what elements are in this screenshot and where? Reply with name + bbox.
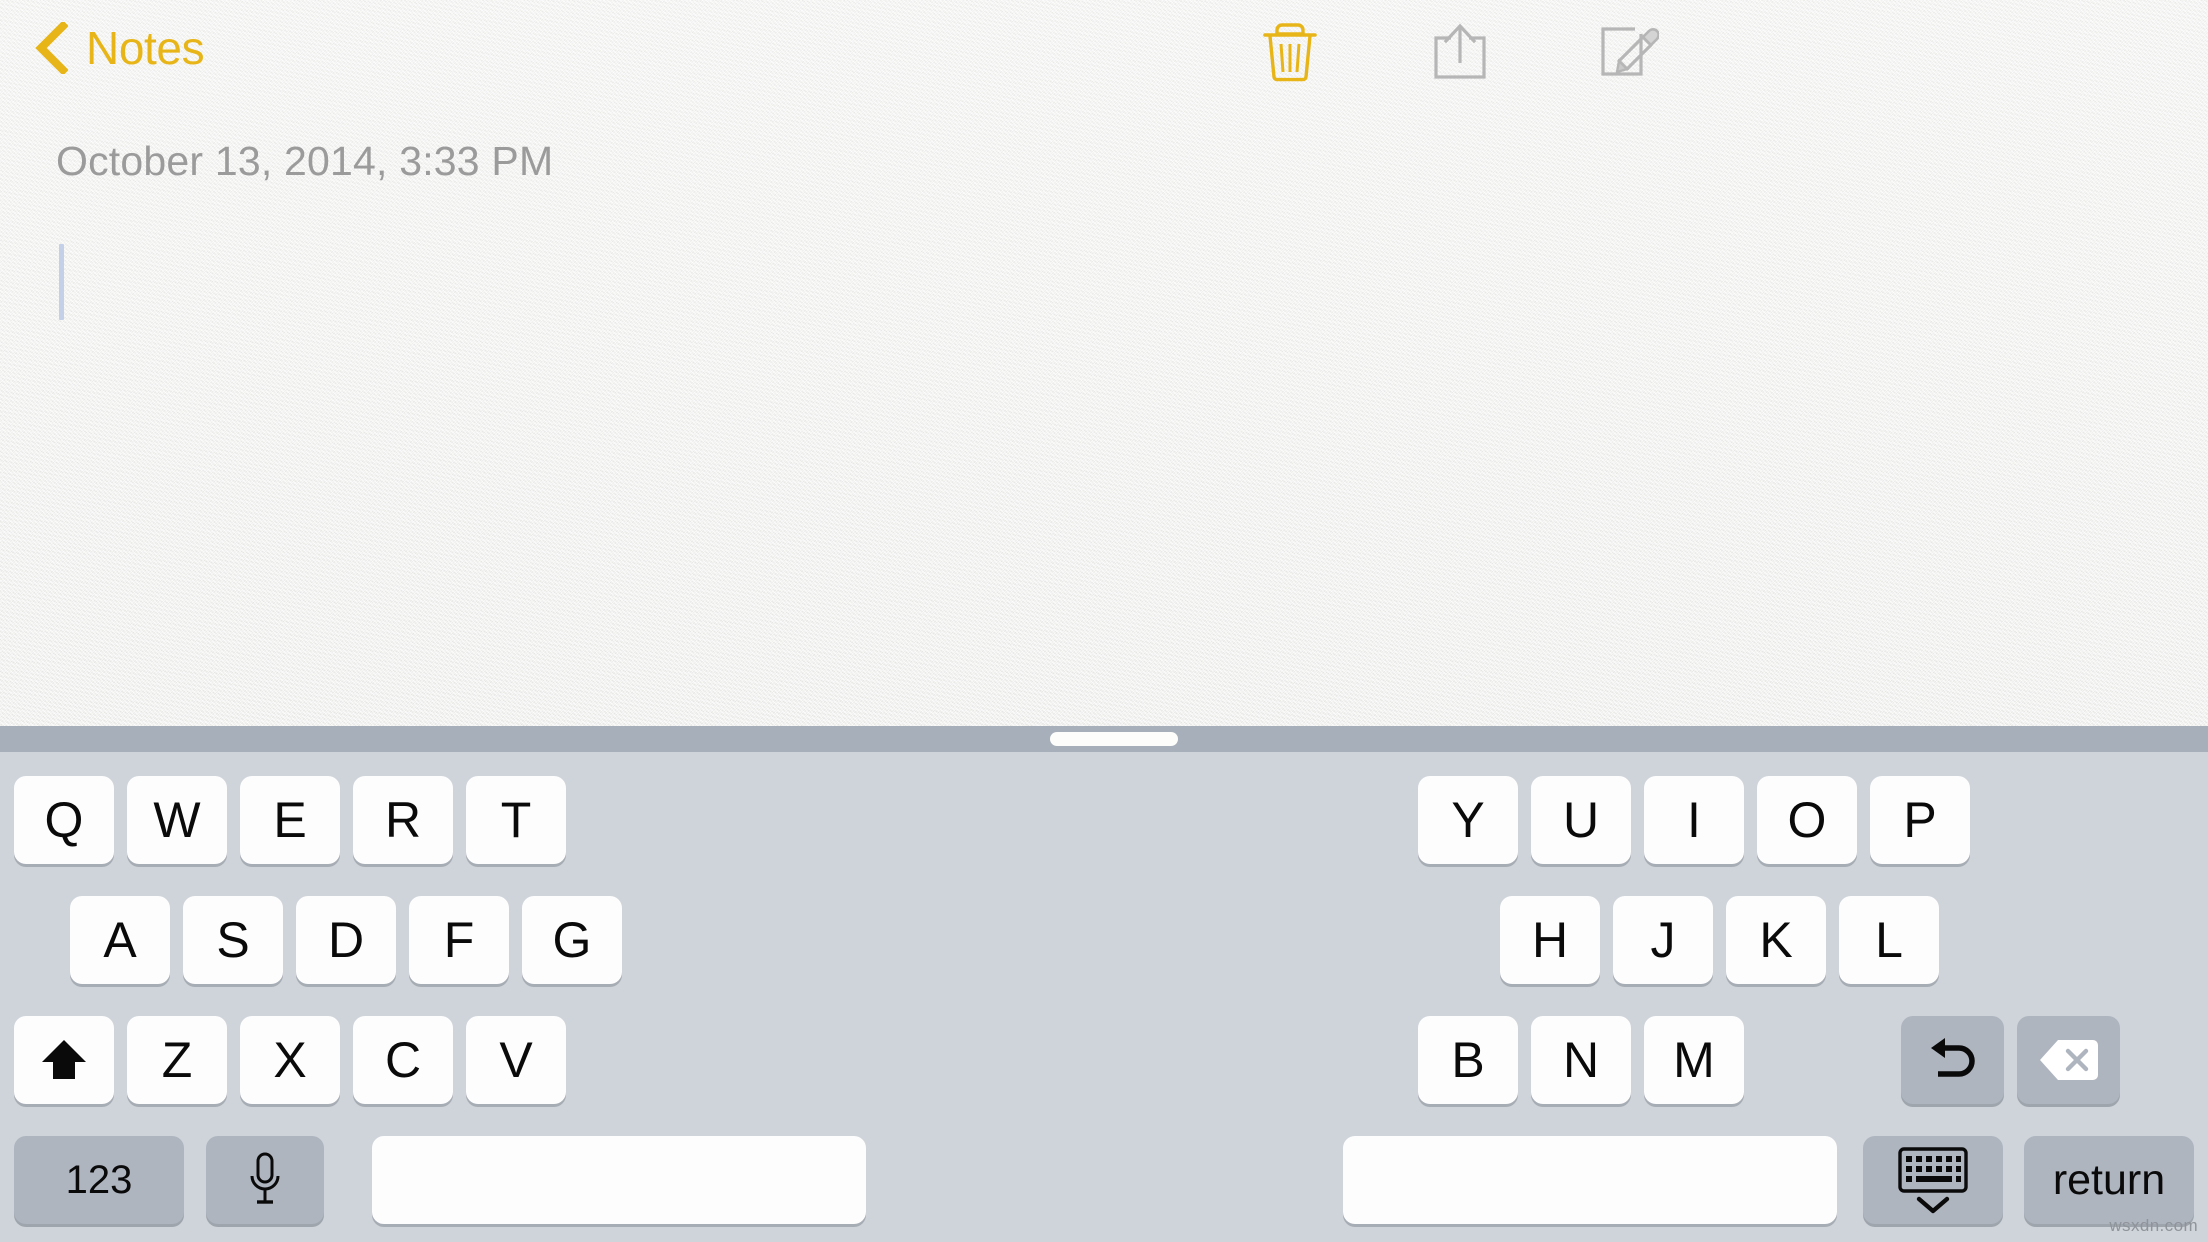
key-f[interactable]: F [409,896,509,984]
key-x[interactable]: X [240,1016,340,1104]
key-y[interactable]: Y [1418,776,1518,864]
space-bar-right[interactable] [1343,1136,1837,1224]
delete-note-button[interactable] [1242,8,1338,90]
key-s[interactable]: S [183,896,283,984]
hide-keyboard-icon [1898,1147,1968,1214]
split-keyboard: Q W E R T Y U I O P A S D F G H J K L Z … [0,752,2208,1242]
key-q[interactable]: Q [14,776,114,864]
key-p[interactable]: P [1870,776,1970,864]
keyboard-grabber-handle[interactable] [1050,732,1178,746]
chevron-left-icon [35,22,68,74]
undo-key[interactable] [1901,1016,2004,1104]
key-e[interactable]: E [240,776,340,864]
backspace-icon [2039,1040,2098,1080]
text-cursor [59,244,64,320]
key-a[interactable]: A [70,896,170,984]
space-bar-left[interactable] [372,1136,866,1224]
numbers-key[interactable]: 123 [14,1136,184,1224]
microphone-icon [250,1152,280,1204]
return-key[interactable]: return [2024,1136,2194,1224]
dictation-key[interactable] [206,1136,324,1224]
shift-arrow-icon [42,1040,86,1079]
key-c[interactable]: C [353,1016,453,1104]
notes-app-screen: Notes October 13, 2014, 3:33 PM Q W E R … [0,0,2208,1242]
key-m[interactable]: M [1644,1016,1744,1104]
key-n[interactable]: N [1531,1016,1631,1104]
key-k[interactable]: K [1726,896,1826,984]
note-timestamp: October 13, 2014, 3:33 PM [56,138,554,184]
share-icon [1434,23,1486,79]
key-l[interactable]: L [1839,896,1939,984]
undo-arrow-icon [1930,1038,1975,1077]
key-i[interactable]: I [1644,776,1744,864]
key-z[interactable]: Z [127,1016,227,1104]
key-g[interactable]: G [522,896,622,984]
compose-icon [1601,27,1659,76]
backspace-key[interactable] [2017,1016,2120,1104]
key-o[interactable]: O [1757,776,1857,864]
key-t[interactable]: T [466,776,566,864]
key-b[interactable]: B [1418,1016,1518,1104]
key-r[interactable]: R [353,776,453,864]
key-w[interactable]: W [127,776,227,864]
key-u[interactable]: U [1531,776,1631,864]
hide-keyboard-key[interactable] [1863,1136,2003,1224]
compose-note-button[interactable] [1580,8,1676,90]
shift-key[interactable] [14,1016,114,1104]
trash-icon [1263,23,1317,82]
share-note-button[interactable] [1412,8,1508,90]
key-h[interactable]: H [1500,896,1600,984]
note-paper-canvas[interactable] [0,0,2208,726]
back-to-notes-button[interactable]: Notes [34,14,205,82]
back-button-label: Notes [86,22,205,74]
watermark-text: wsxdn.com [2109,1216,2198,1235]
note-toolbar: Notes [0,0,2208,96]
key-v[interactable]: V [466,1016,566,1104]
key-j[interactable]: J [1613,896,1713,984]
key-d[interactable]: D [296,896,396,984]
